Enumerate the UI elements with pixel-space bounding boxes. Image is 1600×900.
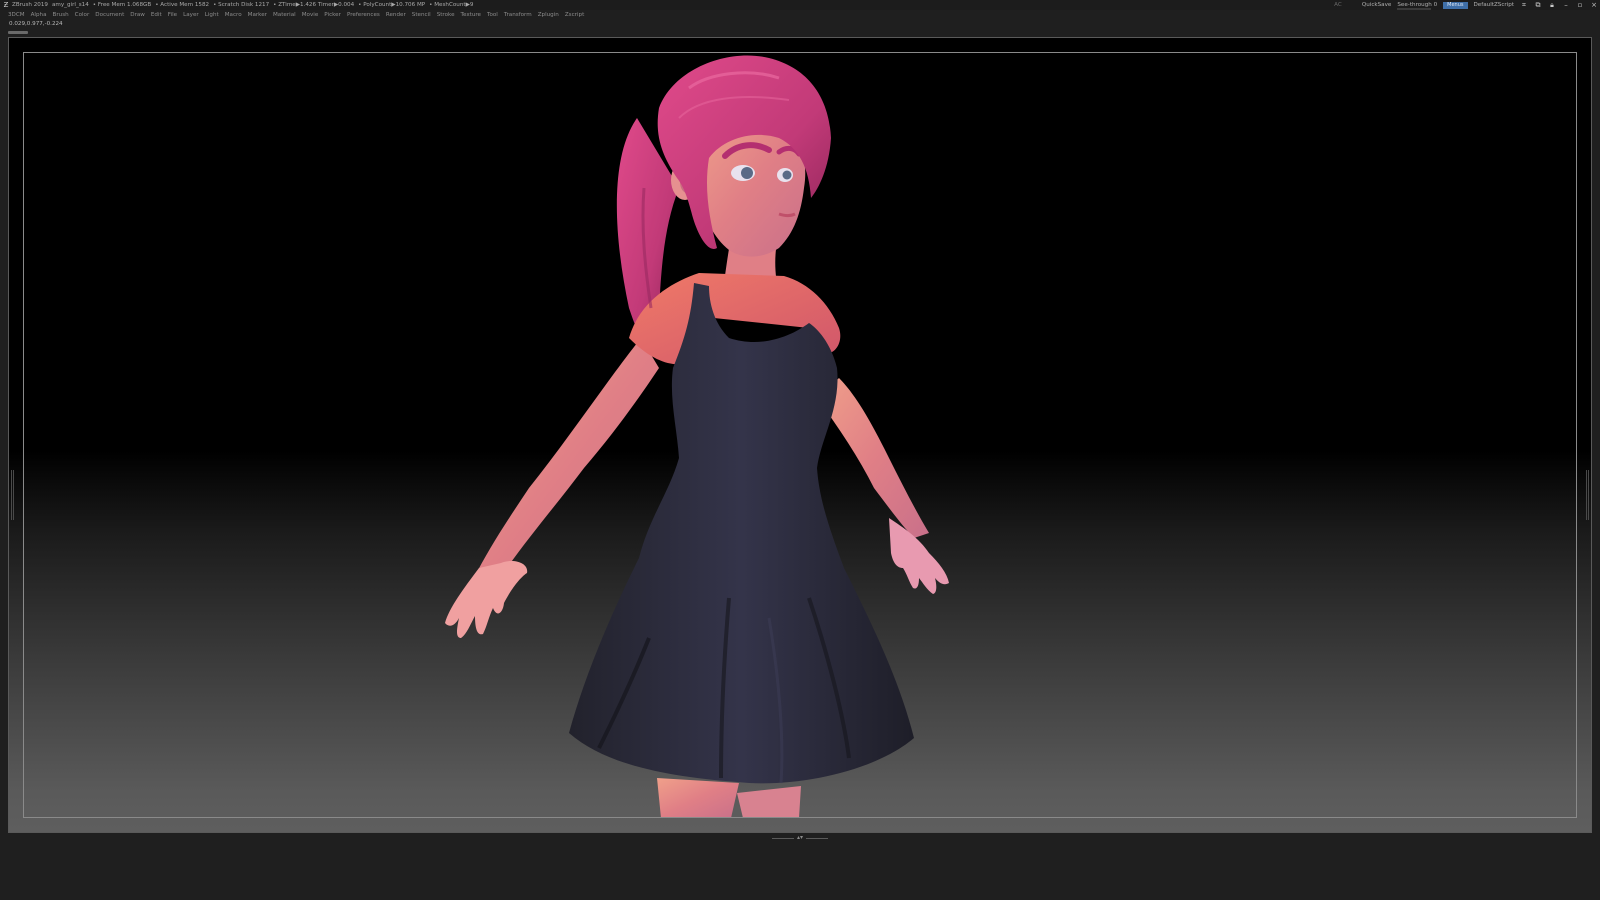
bottom-tray-handle[interactable]: ▴▾ [772, 834, 828, 841]
iris-left [741, 167, 753, 179]
character-model[interactable] [9, 38, 1591, 832]
menu-item-zscript[interactable]: Zscript [565, 12, 584, 18]
minimize-icon[interactable]: – [1562, 0, 1570, 10]
menu-item-marker[interactable]: Marker [248, 12, 267, 18]
free-mem: • Free Mem 1.068GB [92, 2, 152, 8]
title-bar: Ƶ ZBrush 2019 amy_girl_s14 • Free Mem 1.… [0, 0, 1600, 10]
expand-arrows-icon: ▴▾ [796, 834, 804, 841]
menu-item-layer[interactable]: Layer [183, 12, 199, 18]
menu-item-brush[interactable]: Brush [53, 12, 69, 18]
undock-icon[interactable]: ⧉ [1534, 0, 1542, 10]
ztime: • ZTime▶1.426 Timer▶0.004 [273, 2, 355, 8]
close-icon[interactable]: × [1590, 0, 1598, 10]
quicksave-button[interactable]: QuickSave [1362, 2, 1392, 8]
left-hand [445, 561, 528, 638]
active-mem: • Active Mem 1582 [155, 2, 210, 8]
menu-item-file[interactable]: File [168, 12, 177, 18]
canvas-frame [8, 37, 1592, 833]
menu-item-zplugin[interactable]: Zplugin [538, 12, 559, 18]
file-name: amy_girl_s14 [52, 2, 89, 8]
menu-item-texture[interactable]: Texture [461, 12, 481, 18]
iris-right [782, 170, 792, 180]
menu-item-macro[interactable]: Macro [225, 12, 242, 18]
see-through-slider[interactable]: See-through 0 [1397, 2, 1437, 10]
app-name: ZBrush 2019 [12, 2, 48, 8]
polycount: • PolyCount▶10.706 MP [358, 2, 426, 8]
legs-right [737, 786, 801, 818]
menu-item-stencil[interactable]: Stencil [412, 12, 431, 18]
menu-item-document[interactable]: Document [95, 12, 124, 18]
menu-item-preferences[interactable]: Preferences [347, 12, 380, 18]
menu-item-color[interactable]: Color [75, 12, 90, 18]
lock-icon[interactable]: 🔒︎ [1548, 0, 1556, 10]
menu-item-3dcm[interactable]: 3DCM [8, 12, 25, 18]
menu-item-draw[interactable]: Draw [130, 12, 145, 18]
tray-slider[interactable] [8, 31, 28, 34]
menu-item-picker[interactable]: Picker [324, 12, 341, 18]
menu-item-tool[interactable]: Tool [487, 12, 498, 18]
left-arm [474, 338, 659, 586]
menu-item-stroke[interactable]: Stroke [437, 12, 455, 18]
menus-button[interactable]: Menus [1443, 1, 1468, 9]
title-controls: AC QuickSave See-through 0 Menus Default… [1334, 0, 1598, 10]
3d-viewport[interactable] [9, 38, 1591, 832]
title-info: ZBrush 2019 amy_girl_s14 • Free Mem 1.06… [12, 2, 473, 8]
ac-button[interactable]: AC [1334, 2, 1342, 8]
right-tray-handle[interactable] [1586, 470, 1589, 520]
scratch-disk: • Scratch Disk 1217 [213, 2, 270, 8]
maximize-icon[interactable]: ▫ [1576, 0, 1584, 10]
meshcount: • MeshCount▶9 [429, 2, 474, 8]
menu-item-edit[interactable]: Edit [151, 12, 162, 18]
zbrush-logo-icon: Ƶ [3, 1, 9, 9]
menu-item-transform[interactable]: Transform [504, 12, 532, 18]
default-script-button[interactable]: DefaultZScript [1474, 2, 1515, 8]
menu-item-render[interactable]: Render [386, 12, 406, 18]
menu-bar: 3DCM Alpha Brush Color Document Draw Edit File L… [0, 10, 1600, 20]
layout-icon[interactable]: ⌗ [1520, 0, 1528, 10]
menu-item-material[interactable]: Material [273, 12, 296, 18]
menu-item-alpha[interactable]: Alpha [31, 12, 47, 18]
dress [569, 283, 914, 784]
left-tray-handle[interactable] [11, 470, 14, 520]
lips [778, 212, 796, 217]
coordinate-readout: 0.029,0.977,-0.224 [9, 21, 63, 27]
menu-item-movie[interactable]: Movie [302, 12, 319, 18]
menu-item-light[interactable]: Light [205, 12, 219, 18]
legs [657, 778, 739, 818]
